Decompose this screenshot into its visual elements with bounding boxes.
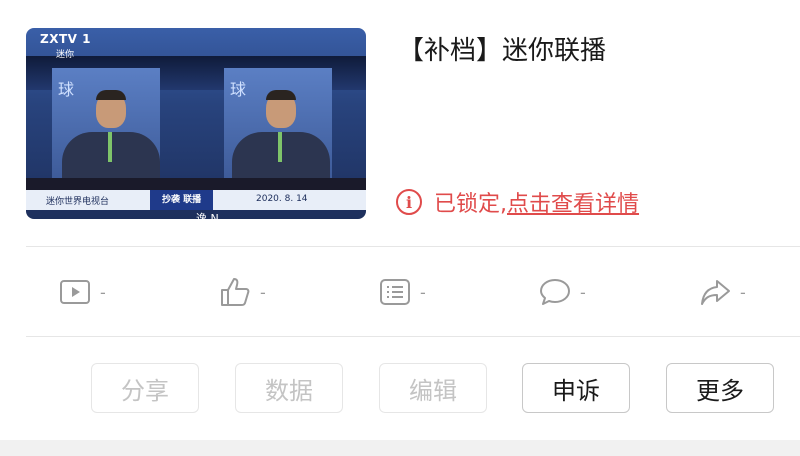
lock-notice: i 已锁定, 点击查看详情 xyxy=(396,186,639,218)
stat-likes[interactable]: - xyxy=(218,262,266,322)
stat-value: - xyxy=(740,282,746,302)
info-icon: i xyxy=(396,189,422,215)
stat-value: - xyxy=(420,282,426,302)
view-details-link[interactable]: 点击查看详情 xyxy=(507,186,639,218)
news-ticker: 迷你世界电视台 抄袭 联播 2020. 8. 14 xyxy=(26,190,366,210)
stat-value: - xyxy=(260,282,266,302)
comment-icon xyxy=(540,279,570,305)
anchor-figure-right xyxy=(226,90,336,188)
stat-value: - xyxy=(580,282,586,302)
thumb-caption: 逸 N xyxy=(196,212,219,219)
share-arrow-icon xyxy=(701,280,730,305)
bottom-spacer xyxy=(0,440,800,456)
divider xyxy=(26,246,800,247)
video-card: ZXTV 1 迷你 球 球 迷你世界电视台 抄袭 联播 2020. 8. 14 … xyxy=(0,0,800,246)
share-button[interactable]: 分享 xyxy=(91,363,199,413)
stat-danmaku[interactable]: - xyxy=(378,262,426,322)
stat-plays[interactable]: - xyxy=(58,262,106,322)
anchor-figure-left xyxy=(56,90,166,188)
appeal-button[interactable]: 申诉 xyxy=(522,363,630,413)
video-title[interactable]: 【补档】迷你联播 xyxy=(398,30,606,67)
video-thumbnail[interactable]: ZXTV 1 迷你 球 球 迷你世界电视台 抄袭 联播 2020. 8. 14 … xyxy=(26,28,366,219)
data-button[interactable]: 数据 xyxy=(235,363,343,413)
thumbs-up-icon xyxy=(221,278,250,306)
lock-status-text: 已锁定, xyxy=(434,192,507,217)
divider xyxy=(26,336,800,337)
edit-button[interactable]: 编辑 xyxy=(379,363,487,413)
channel-logo: ZXTV 1 xyxy=(40,32,91,46)
stat-comments[interactable]: - xyxy=(538,262,586,322)
ticker-date: 2020. 8. 14 xyxy=(256,194,308,204)
list-icon xyxy=(380,279,410,305)
ticker-program: 抄袭 联播 xyxy=(150,190,214,210)
channel-logo-sub: 迷你 xyxy=(56,50,75,60)
stat-value: - xyxy=(100,282,106,302)
play-icon xyxy=(60,280,90,304)
stat-shares[interactable]: - xyxy=(698,262,746,322)
news-desk xyxy=(26,178,366,190)
more-button[interactable]: 更多 xyxy=(666,363,774,413)
ticker-channel: 迷你世界电视台 xyxy=(46,197,110,207)
stats-row: - - - - - xyxy=(26,262,800,322)
